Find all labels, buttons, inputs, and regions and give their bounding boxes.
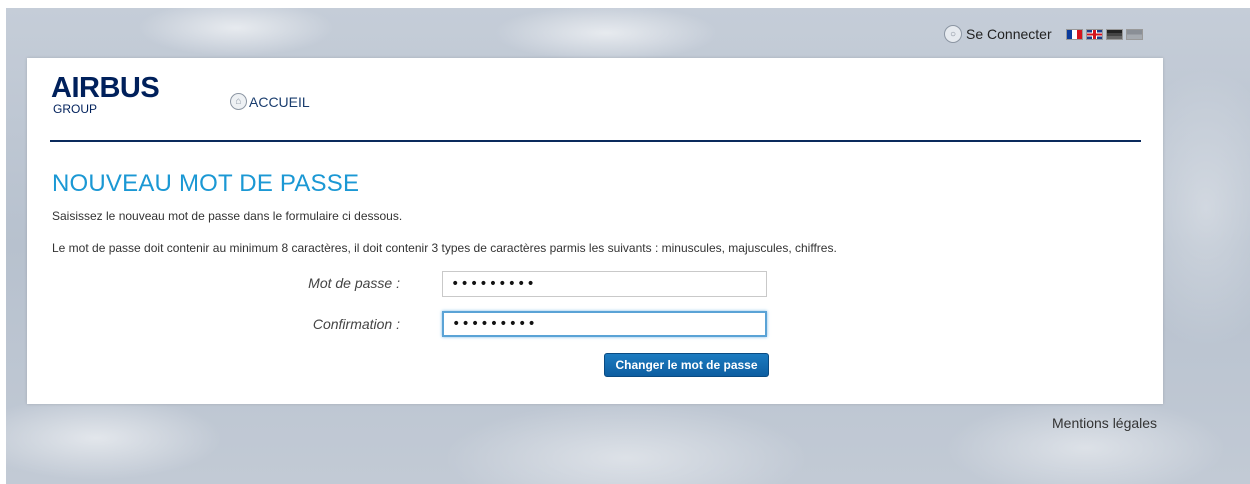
password-field[interactable] <box>442 271 767 297</box>
confirm-label: Confirmation : <box>312 316 400 332</box>
password-rules-text: Le mot de passe doit contenir au minimum… <box>52 241 837 255</box>
flag-de-icon[interactable] <box>1105 28 1123 40</box>
change-password-button[interactable]: Changer le mot de passe <box>604 353 769 377</box>
confirm-password-field[interactable] <box>442 311 767 337</box>
lock-icon: ○ <box>944 25 962 43</box>
page-title: NOUVEAU MOT DE PASSE <box>52 170 360 197</box>
flag-other-icon[interactable] <box>1125 28 1143 40</box>
main-panel: AIRBUS GROUP ⌂ ACCUEIL NOUVEAU MOT DE PA… <box>27 58 1163 404</box>
home-label: ACCUEIL <box>249 93 310 110</box>
legal-notice-link[interactable]: Mentions légales <box>1052 415 1157 431</box>
header-divider <box>50 140 1141 142</box>
login-link[interactable]: Se Connecter <box>966 26 1052 42</box>
password-label: Mot de passe : <box>308 275 400 291</box>
home-link[interactable]: ⌂ ACCUEIL <box>230 93 310 110</box>
flag-uk-icon[interactable] <box>1085 28 1103 40</box>
airbus-group-logo[interactable]: AIRBUS GROUP <box>51 72 160 116</box>
logo-sub-text: GROUP <box>53 102 98 116</box>
intro-text: Saisissez le nouveau mot de passe dans l… <box>52 209 403 223</box>
top-bar: ○ Se Connecter <box>944 24 1146 44</box>
flag-fr-icon[interactable] <box>1065 28 1083 40</box>
logo-main-text: AIRBUS <box>51 72 160 104</box>
home-icon: ⌂ <box>230 93 247 110</box>
